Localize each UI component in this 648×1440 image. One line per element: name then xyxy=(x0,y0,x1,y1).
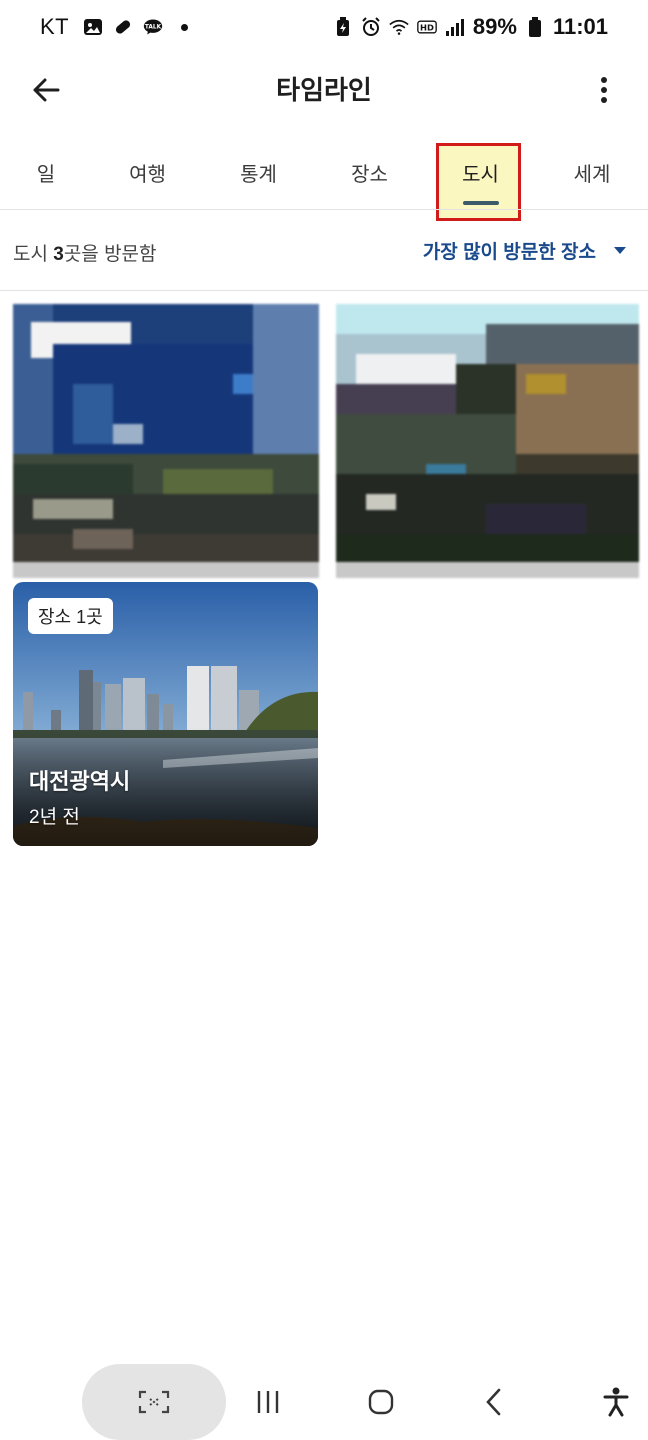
carrier-label: KT xyxy=(40,14,70,39)
tab-day[interactable]: 일 xyxy=(0,136,92,209)
tab-places[interactable]: 장소 xyxy=(314,136,425,209)
app-bar: 타임라인 xyxy=(0,54,648,126)
caret-down-icon xyxy=(614,247,626,254)
talk-icon: TALK xyxy=(143,17,163,37)
capture-icon xyxy=(138,1390,170,1414)
tab-label: 일 xyxy=(36,164,56,186)
city-name: 대전광역시 xyxy=(29,769,131,794)
clock: 11:01 xyxy=(552,14,608,39)
city-card[interactable]: 장소 1곳 대전광역시 2년 전 xyxy=(13,582,318,846)
summary-count: 3 xyxy=(53,244,64,265)
visited-summary: 도시 3곳을 방문함 xyxy=(13,239,157,266)
more-options-button[interactable] xyxy=(584,70,624,110)
city-card[interactable] xyxy=(13,304,319,578)
tab-label: 여행 xyxy=(129,164,166,186)
home-button[interactable] xyxy=(361,1382,401,1422)
chevron-left-icon xyxy=(486,1388,501,1416)
hd-icon: HD xyxy=(417,17,437,37)
sort-label: 가장 많이 방문한 장소 xyxy=(422,242,596,263)
summary-suffix: 곳을 방문함 xyxy=(63,244,157,265)
tab-trips[interactable]: 여행 xyxy=(92,136,203,209)
sort-dropdown[interactable]: 가장 많이 방문한 장소 xyxy=(423,237,626,264)
recent-apps-button[interactable] xyxy=(248,1382,288,1422)
status-left: KT TALK xyxy=(40,14,189,40)
tab-label: 도시 xyxy=(462,164,499,186)
recents-icon xyxy=(257,1391,279,1413)
page-title: 타임라인 xyxy=(276,75,372,105)
more-vert-icon xyxy=(601,77,607,103)
summary-prefix: 도시 xyxy=(13,244,54,265)
system-nav-bar xyxy=(0,1364,648,1440)
tab-cities[interactable]: 도시 xyxy=(425,136,536,209)
tab-label: 장소 xyxy=(351,164,388,186)
card-image xyxy=(13,304,319,578)
pill-icon xyxy=(113,17,133,37)
status-bar: KT TALK HD 89% 11:01 xyxy=(0,0,648,54)
battery-saver-icon xyxy=(333,17,353,37)
signal-icon xyxy=(445,17,465,37)
home-icon xyxy=(368,1389,394,1415)
visit-time: 2년 전 xyxy=(29,807,80,828)
tab-label: 세계 xyxy=(573,164,611,186)
back-nav-button[interactable] xyxy=(474,1382,514,1422)
screenshot-capture-button[interactable] xyxy=(82,1364,226,1440)
battery-icon xyxy=(525,17,545,37)
notification-dot xyxy=(181,23,189,31)
status-right: HD 89% 11:01 xyxy=(333,14,608,40)
alarm-icon xyxy=(361,17,381,37)
gallery-icon xyxy=(83,17,103,37)
filter-row: 도시 3곳을 방문함 가장 많이 방문한 장소 xyxy=(0,211,648,291)
svg-text:TALK: TALK xyxy=(145,25,162,31)
active-tab-indicator xyxy=(462,201,499,205)
wifi-icon xyxy=(389,17,409,37)
place-count-badge: 장소 1곳 xyxy=(28,598,113,634)
tab-world[interactable]: 세계 xyxy=(536,136,648,209)
svg-text:HD: HD xyxy=(420,22,434,32)
city-card[interactable] xyxy=(336,304,639,578)
card-image xyxy=(336,304,639,578)
back-button[interactable] xyxy=(26,70,66,110)
accessibility-icon xyxy=(603,1387,629,1417)
tab-insights[interactable]: 통계 xyxy=(203,136,314,209)
arrow-left-icon xyxy=(33,78,60,102)
battery-percentage: 89% xyxy=(472,14,517,39)
tab-label: 통계 xyxy=(240,164,277,186)
tab-bar: 일 여행 통계 장소 도시 세계 xyxy=(0,136,648,210)
accessibility-button[interactable] xyxy=(596,1382,636,1422)
